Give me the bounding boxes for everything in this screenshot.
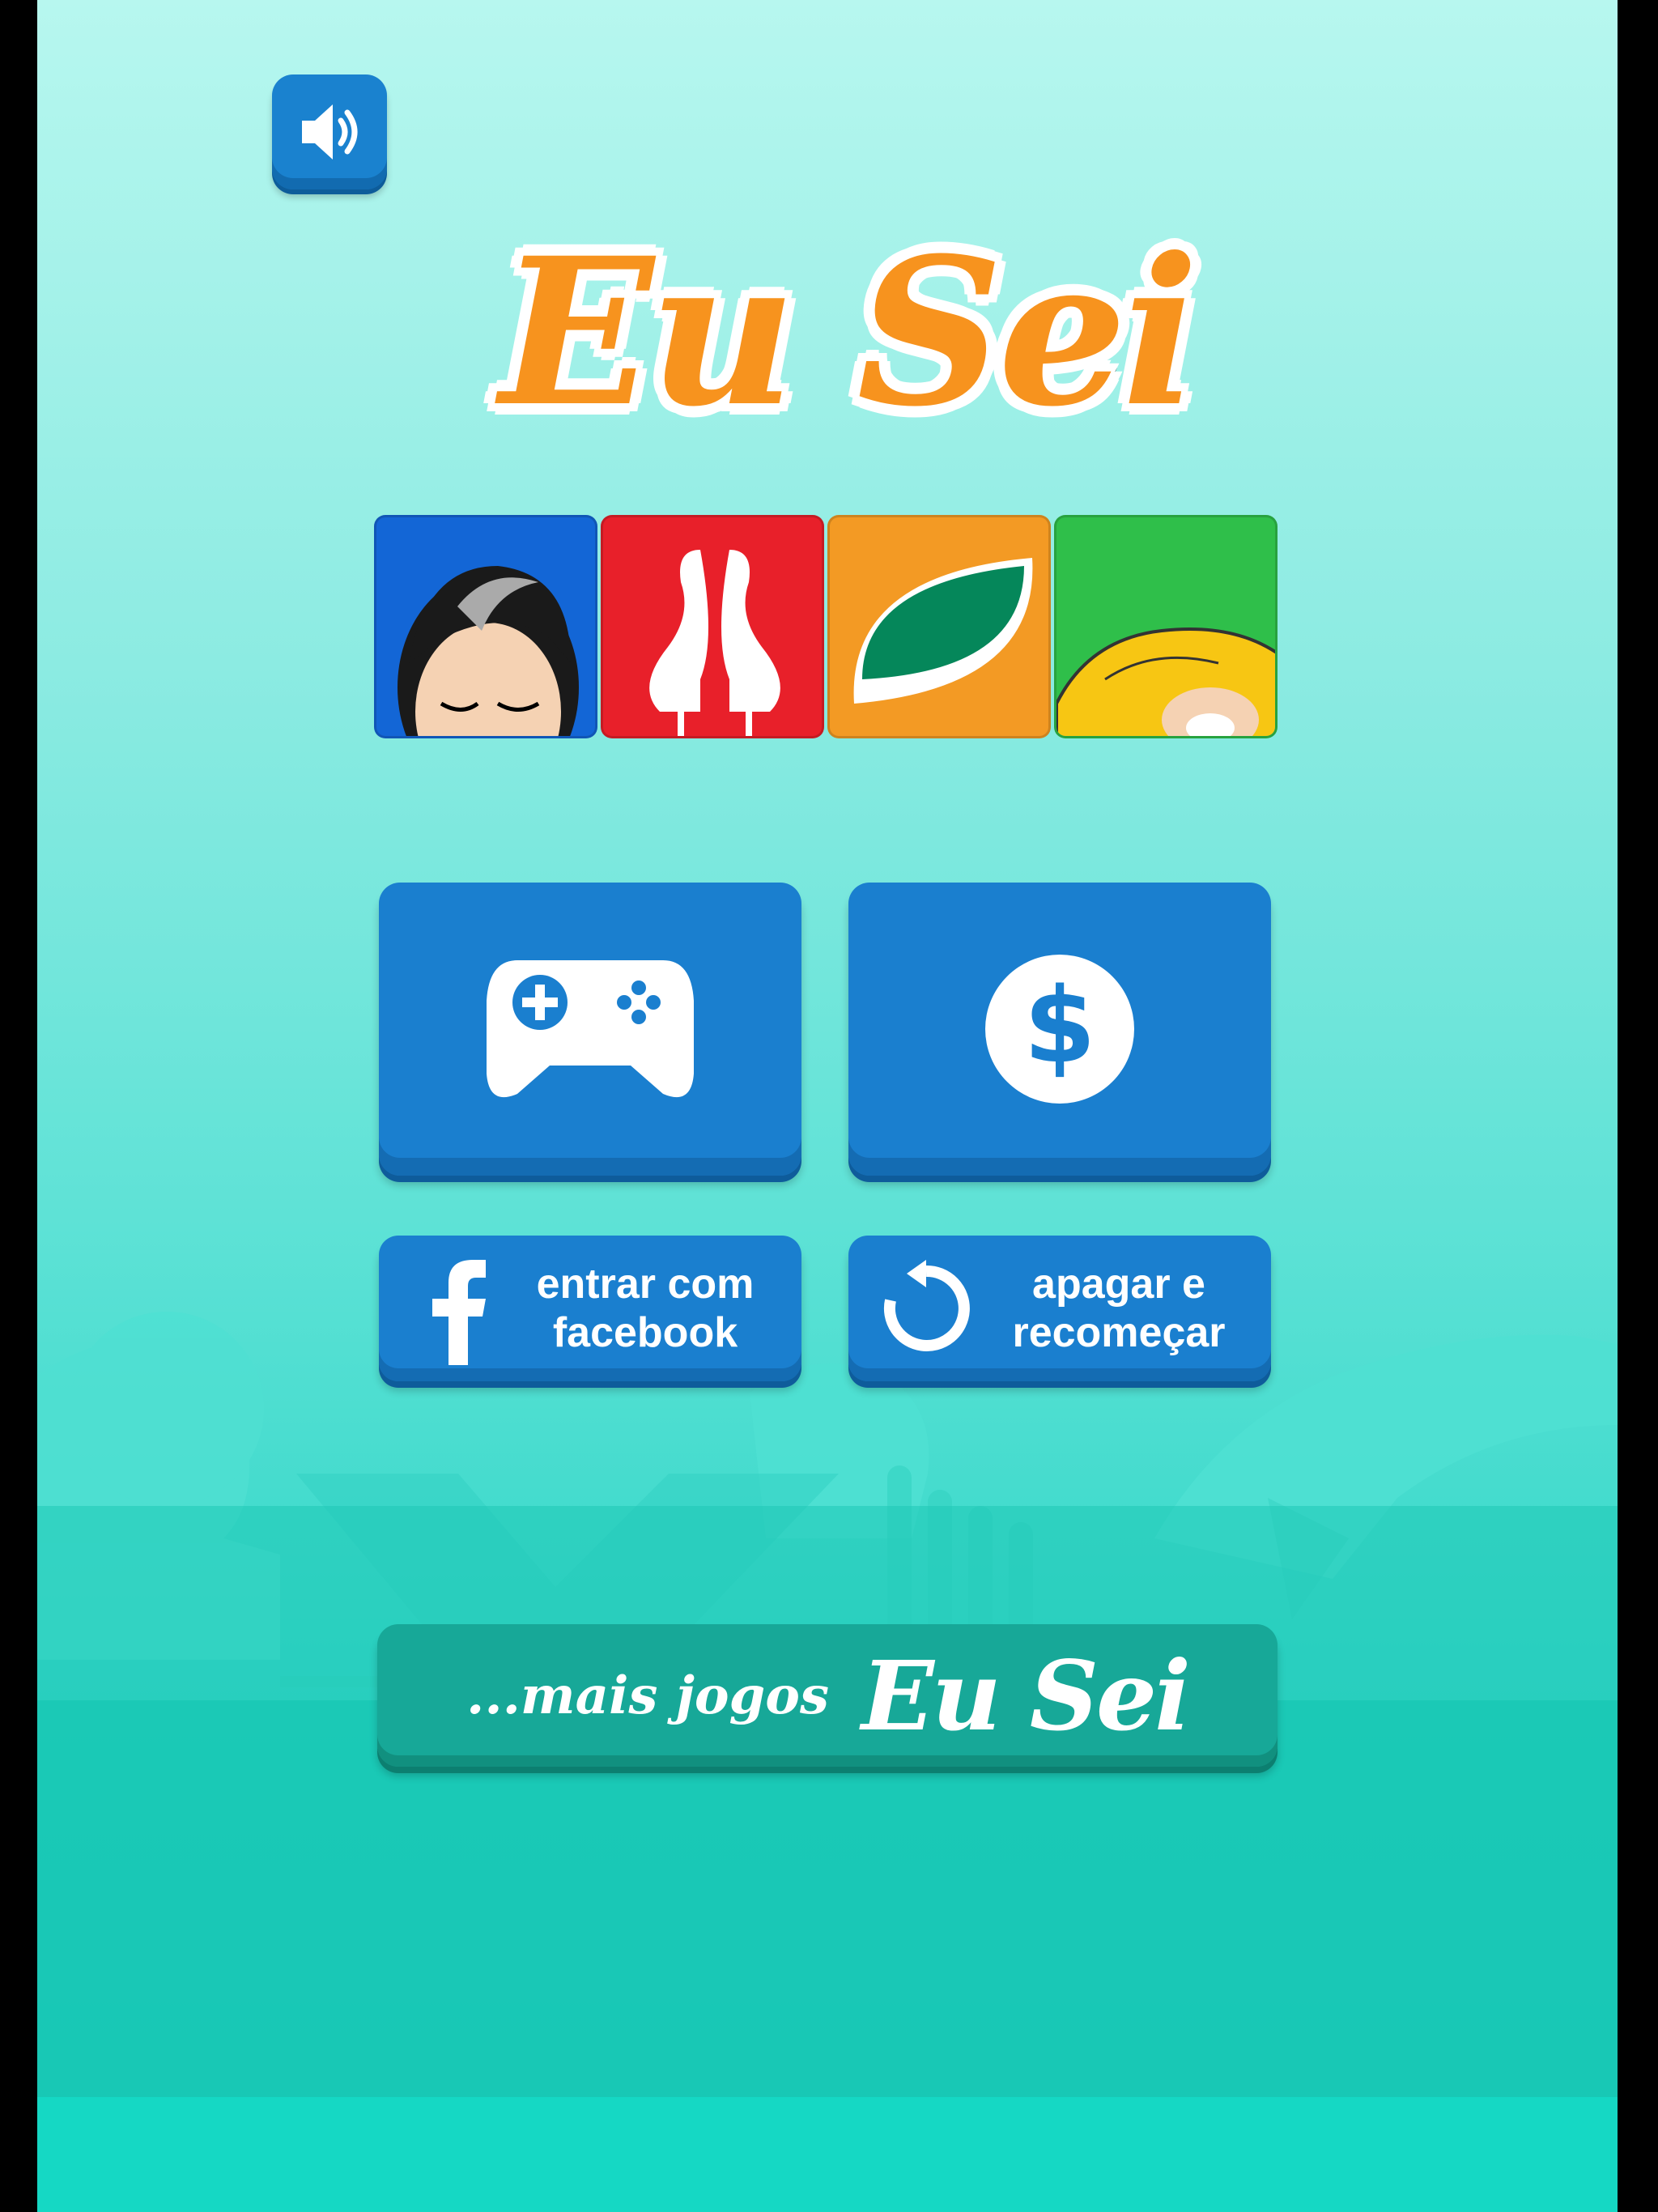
restart-arrow-icon bbox=[883, 1260, 970, 1351]
reset-progress-button[interactable]: apagar e recomeçar bbox=[848, 1236, 1271, 1381]
tile-brands-birds bbox=[601, 515, 824, 738]
category-tiles bbox=[374, 515, 1281, 738]
play-button[interactable] bbox=[379, 883, 801, 1176]
facebook-icon bbox=[432, 1260, 486, 1365]
tile-characters bbox=[1054, 515, 1278, 738]
more-games-prefix: ...mais jogos bbox=[466, 1665, 830, 1726]
tile-brands-leaf bbox=[827, 515, 1051, 738]
gamepad-icon bbox=[487, 960, 694, 1098]
more-games-brand: Eu Sei bbox=[861, 1639, 1191, 1752]
bottom-band bbox=[37, 2097, 1618, 2212]
tile-people bbox=[374, 515, 597, 738]
more-games-button[interactable]: ...mais jogos Eu Sei bbox=[377, 1624, 1278, 1767]
svg-text:$: $ bbox=[1023, 966, 1095, 1087]
person-face-icon bbox=[397, 566, 579, 736]
speaker-icon bbox=[302, 104, 358, 160]
leaf-logo-icon bbox=[853, 558, 1033, 704]
character-hat-icon bbox=[1056, 627, 1275, 736]
sound-toggle-button[interactable] bbox=[272, 74, 387, 189]
birds-logo-icon bbox=[649, 550, 780, 736]
facebook-login-button[interactable]: entrar com facebook bbox=[379, 1236, 801, 1381]
logo-title: Eu Sei bbox=[495, 209, 1203, 455]
dollar-coin-icon: $ bbox=[985, 955, 1134, 1104]
game-screen: Eu Sei $ entrar com facebook apagar e re… bbox=[37, 0, 1618, 2212]
facebook-login-label: entrar com facebook bbox=[536, 1261, 755, 1356]
reset-progress-label: apagar e recomeçar bbox=[1012, 1261, 1226, 1356]
game-logo: Eu Sei bbox=[483, 186, 1211, 478]
store-button[interactable]: $ bbox=[848, 883, 1271, 1176]
